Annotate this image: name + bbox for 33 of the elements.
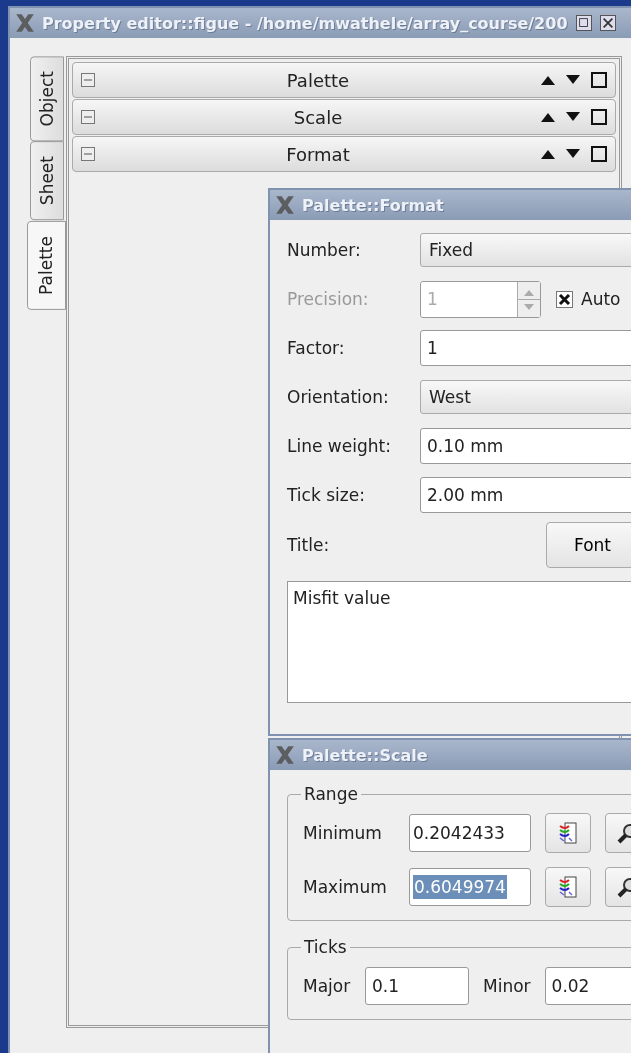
field-label: Precision: (287, 289, 370, 309)
field-label: Maximum (303, 877, 388, 897)
field-label: Minimum (303, 823, 383, 843)
dock-header[interactable]: Scale (72, 99, 616, 135)
dropdown[interactable]: Fixed (420, 233, 631, 267)
fonts-button[interactable]: Font (546, 522, 631, 568)
field-label: Minor (483, 976, 531, 996)
field-label: Number: (287, 240, 362, 260)
input-field[interactable]: 0.2042433 (409, 814, 531, 852)
side-tab[interactable]: Palette (27, 220, 66, 310)
checkbox-label: Auto (581, 289, 621, 309)
window-title: Palette::Format (302, 195, 444, 215)
text-area[interactable]: Misfit value (287, 581, 631, 703)
field-label: Orientation: (287, 387, 390, 407)
field-label: Tick size: (287, 485, 366, 505)
window-title: Palette::Scale (302, 745, 428, 765)
field-label: Major (303, 976, 352, 996)
side-tab[interactable]: Sheet (30, 141, 64, 221)
window-title: Property editor::figue - /home/mwathele/array_course/200 (42, 13, 568, 33)
input-field[interactable]: 1 (420, 330, 631, 366)
group-title: Ticks (303, 937, 348, 957)
field-label: Title: (287, 535, 330, 555)
field-label: Line weight: (287, 436, 392, 456)
dropdown[interactable]: West (420, 380, 631, 414)
dock-header[interactable]: Format (72, 136, 616, 172)
input-field[interactable]: 0.1 (365, 967, 469, 1005)
input-field[interactable]: 0.02 (544, 967, 631, 1005)
dock-header[interactable]: Palette (72, 62, 616, 98)
input-field[interactable]: 0.10 mm (420, 428, 631, 464)
input-field[interactable]: 2.00 mm (420, 477, 631, 513)
field-label: Factor: (287, 338, 346, 358)
group-title: Range (303, 784, 359, 804)
side-tab[interactable]: Object (30, 56, 64, 142)
